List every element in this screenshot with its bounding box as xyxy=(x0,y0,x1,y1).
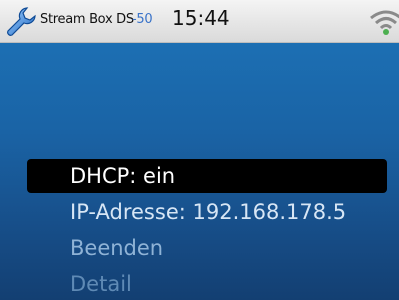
wrench-icon[interactable] xyxy=(5,6,37,38)
status-bar: Stream Box DS -50 15:44 xyxy=(0,0,399,43)
menu-item-detail[interactable]: Detail xyxy=(27,267,387,300)
menu-item-dhcp[interactable]: DHCP: ein xyxy=(27,159,387,193)
signal-strength-value: -50 xyxy=(132,12,153,27)
menu-item-exit[interactable]: Beenden xyxy=(27,231,387,265)
menu-item-ip-address[interactable]: IP-Adresse: 192.168.178.5 xyxy=(27,195,387,229)
menu-screen: DHCP: ein IP-Adresse: 192.168.178.5 Been… xyxy=(0,43,399,300)
wifi-icon xyxy=(370,10,399,35)
device-name: Stream Box DS xyxy=(40,12,134,27)
clock: 15:44 xyxy=(172,6,230,30)
